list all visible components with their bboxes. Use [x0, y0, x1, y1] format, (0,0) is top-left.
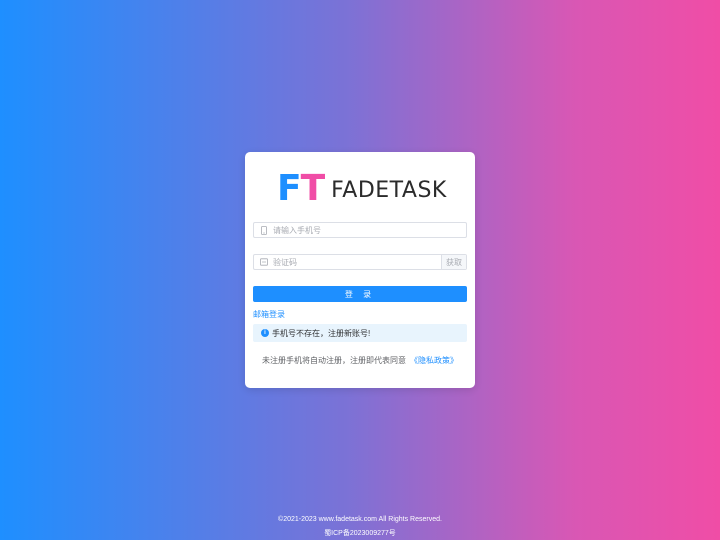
register-notice: 未注册手机将自动注册，注册即代表同意 《隐私政策》	[245, 355, 475, 366]
logo-letter-t: T	[300, 168, 326, 209]
privacy-policy-link[interactable]: 《隐私政策》	[410, 356, 458, 365]
email-login-link[interactable]: 邮箱登录	[253, 309, 285, 320]
alert-text: 手机号不存在，注册新账号!	[272, 328, 371, 338]
info-alert: i 手机号不存在，注册新账号!	[253, 324, 467, 342]
info-icon: i	[261, 329, 269, 337]
phone-field	[253, 222, 467, 238]
phone-icon	[257, 223, 271, 237]
logo-mark: FT	[277, 171, 325, 207]
get-code-button[interactable]: 获取	[441, 255, 466, 269]
logo-wordmark: FADETASK	[331, 177, 447, 203]
footer-copyright: ©2021-2023 www.fadetask.com All Rights R…	[278, 516, 442, 523]
captcha-icon	[257, 255, 271, 269]
footer-icp-link[interactable]: 蜀ICP备2023009277号	[0, 528, 720, 538]
logo-letter-f: F	[277, 168, 302, 209]
code-field: 获取	[253, 254, 467, 270]
phone-input[interactable]	[271, 224, 466, 236]
code-input[interactable]	[271, 256, 441, 268]
login-card: FT FADETASK 获取 登 录 邮箱登录 i 手机号不存在，注册新账号! …	[245, 152, 475, 388]
login-button[interactable]: 登 录	[253, 286, 467, 302]
notice-text: 未注册手机将自动注册，注册即代表同意	[262, 356, 406, 365]
brand-logo: FT FADETASK	[277, 171, 447, 207]
